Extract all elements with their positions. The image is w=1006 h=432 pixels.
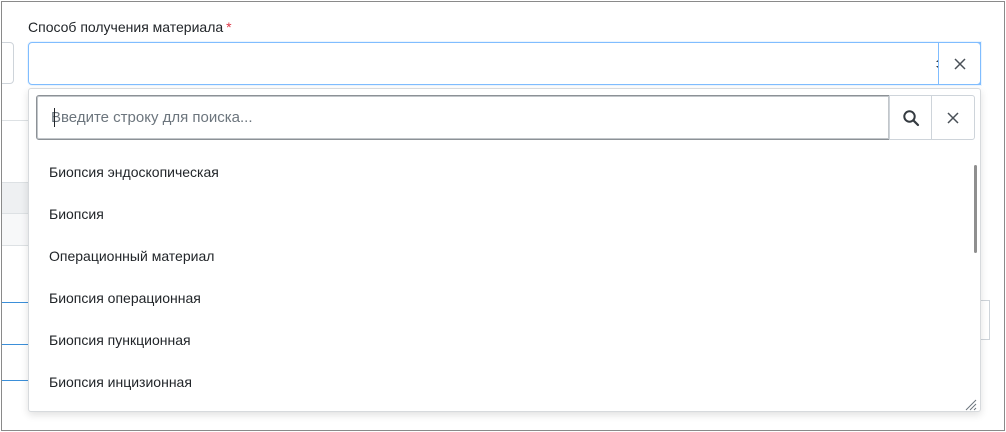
required-mark: *: [226, 19, 232, 35]
options-list: Биопсия эндоскопическая Биопсия Операцио…: [29, 151, 969, 405]
resize-grip-icon[interactable]: [963, 397, 977, 411]
background-field-right: [980, 300, 990, 340]
text-caret: [54, 108, 55, 127]
option-item[interactable]: Биопсия эндоскопическая: [29, 151, 969, 193]
material-method-select[interactable]: [28, 42, 981, 85]
search-button[interactable]: [889, 95, 932, 140]
options-scrollbar[interactable]: [974, 165, 977, 253]
option-item[interactable]: Операционный материал: [29, 235, 969, 277]
close-icon: [947, 111, 959, 124]
select-dropdown: Биопсия эндоскопическая Биопсия Операцио…: [28, 88, 981, 412]
option-item[interactable]: Биопсия пункционная: [29, 319, 969, 361]
dropdown-search-group: [36, 95, 975, 140]
background-field: [2, 42, 14, 84]
close-icon: [953, 57, 966, 70]
option-item[interactable]: Биопсия операционная: [29, 277, 969, 319]
search-icon: [902, 109, 919, 126]
form-frame: Способ получения материала * Введите стр…: [1, 1, 1005, 431]
field-label-text: Способ получения материала: [28, 19, 224, 35]
field-label: Способ получения материала *: [28, 19, 232, 35]
select-clear-button[interactable]: [938, 42, 981, 85]
search-clear-button[interactable]: [931, 95, 975, 140]
search-input[interactable]: [36, 95, 890, 140]
option-item[interactable]: Биопсия: [29, 193, 969, 235]
option-item[interactable]: Биопсия инцизионная: [29, 361, 969, 403]
